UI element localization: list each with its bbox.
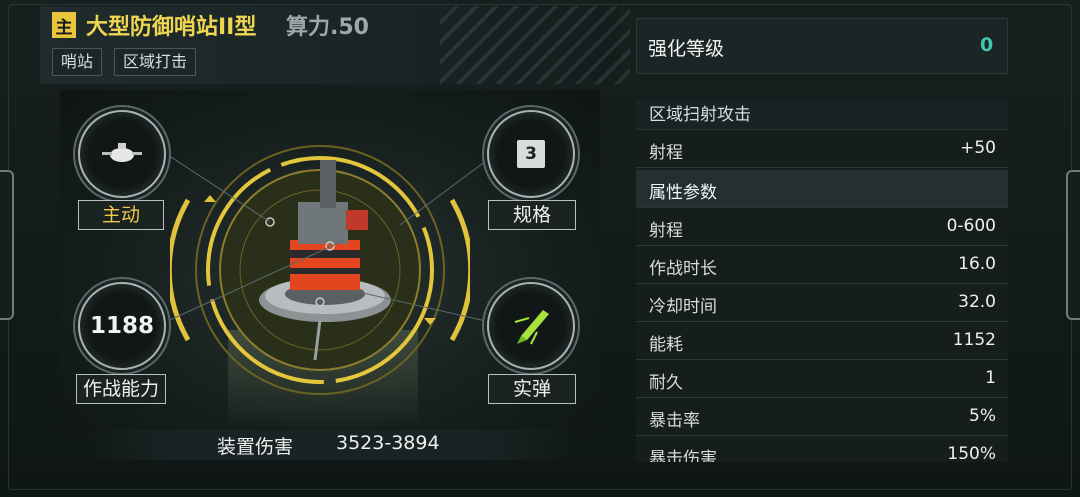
- ammo-label: 实弹: [488, 374, 576, 404]
- ammo-type-button[interactable]: [487, 282, 575, 370]
- attr-key: 射程: [649, 221, 683, 241]
- enhance-level-label: 强化等级: [648, 38, 725, 60]
- attr-value: 1: [985, 368, 996, 388]
- attr-key: 耐久: [649, 373, 683, 393]
- stats-panel[interactable]: 区域扫射攻击 射程 +50 属性参数 射程 0-600 作战时长 16.0 冷却…: [636, 100, 1008, 462]
- active-label: 主动: [78, 200, 164, 230]
- attr-row: 耐久 1: [636, 360, 1008, 398]
- skill-row: 射程 +50: [636, 130, 1008, 168]
- attr-key: 作战时长: [649, 259, 717, 279]
- attr-value: 150%: [947, 444, 996, 462]
- spec-number: 3: [517, 140, 545, 168]
- projectile-icon: [514, 310, 549, 345]
- attr-key: 暴击率: [649, 411, 700, 431]
- attr-key: 暴击伤害: [649, 449, 717, 462]
- attr-value: 1152: [952, 330, 996, 350]
- attr-value: 5%: [969, 406, 996, 426]
- combat-power-button[interactable]: 1188: [78, 282, 166, 370]
- drone-icon: [102, 143, 142, 162]
- active-type-button[interactable]: [78, 110, 166, 198]
- combat-power-value: 1188: [89, 313, 155, 339]
- enhance-level-value: 0: [980, 34, 994, 56]
- damage-label: 装置伤害: [217, 436, 294, 458]
- attr-value: 32.0: [958, 292, 996, 312]
- attr-row: 冷却时间 32.0: [636, 284, 1008, 322]
- attr-title: 属性参数: [649, 183, 717, 203]
- skill-key: 射程: [649, 143, 683, 163]
- attr-key: 冷却时间: [649, 297, 717, 317]
- spec-label: 规格: [488, 200, 576, 230]
- attr-row: 射程 0-600: [636, 208, 1008, 246]
- skill-value: +50: [960, 138, 996, 158]
- attr-title-row: 属性参数: [636, 170, 1008, 208]
- attr-key: 能耗: [649, 335, 683, 355]
- attr-row: 能耗 1152: [636, 322, 1008, 360]
- attr-row: 暴击伤害 150%: [636, 436, 1008, 462]
- skill-title: 区域扫射攻击: [649, 105, 751, 125]
- combat-power-label: 作战能力: [76, 374, 166, 404]
- damage-value: 3523-3894: [336, 432, 440, 454]
- attr-value: 16.0: [958, 254, 996, 274]
- attr-value: 0-600: [946, 216, 996, 236]
- damage-bar: [80, 430, 580, 460]
- attr-row: 作战时长 16.0: [636, 246, 1008, 284]
- skill-title-row: 区域扫射攻击: [636, 100, 1008, 130]
- attr-row: 暴击率 5%: [636, 398, 1008, 436]
- spec-button[interactable]: 3: [487, 110, 575, 198]
